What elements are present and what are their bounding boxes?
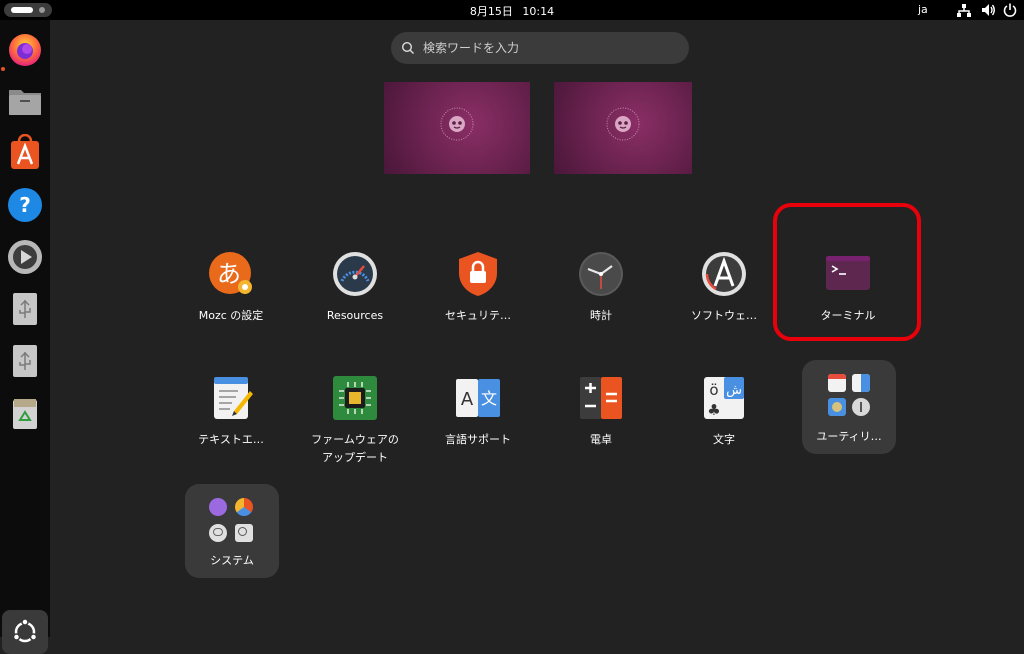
mini-app-icon [209,498,227,516]
svg-text:ö: ö [709,381,718,399]
calculator-icon [580,377,622,419]
clock-icon [579,252,623,296]
help-icon[interactable]: ? [6,186,44,224]
search-input[interactable] [391,32,689,64]
firefox-icon[interactable] [6,30,44,68]
running-indicator [1,67,5,71]
software-updater-icon [702,252,746,296]
mini-app-icon [235,524,253,542]
trash-icon[interactable] [6,394,44,432]
app-characters[interactable]: ö ش ♣ 文字 [669,373,779,449]
date-text: 8月15日 [469,5,513,18]
characters-icon: ö ش ♣ [704,377,744,419]
mini-app-icon [235,498,253,516]
app-label: Mozc の設定 [198,309,264,322]
app-language-support[interactable]: A 文 言語サポート [423,373,533,449]
files-icon[interactable] [6,82,44,120]
svg-text:?: ? [19,193,31,217]
usb-drive-icon[interactable] [6,342,44,380]
app-label: Resources [326,309,384,322]
mozc-icon: あ [209,252,252,294]
power-icon[interactable] [1002,2,1018,18]
network-icon[interactable] [956,2,972,18]
app-label: テキストエ… [198,433,264,446]
security-shield-icon [459,252,497,296]
app-label: 文字 [713,433,735,446]
app-label: ソフトウェ… [691,309,757,322]
folder-utilities[interactable]: ユーティリ… [802,360,896,454]
svg-text:A: A [461,389,474,410]
language-support-icon: A 文 [456,379,500,417]
search-icon [401,41,414,54]
folder-label: ユーティリ… [816,430,882,443]
app-firmware-updater[interactable]: ファームウェアのアップデート [300,373,410,467]
app-text-editor[interactable]: テキストエ… [176,373,286,449]
input-language-indicator[interactable]: ja [918,3,928,16]
workspace-thumbnail[interactable] [554,82,692,174]
app-clocks[interactable]: 時計 [546,249,656,325]
mini-app-icon [828,374,846,392]
workspace-thumbnail[interactable] [384,82,530,174]
app-label: ファームウェアのアップデート [311,433,399,464]
app-resources[interactable]: Resources [300,249,410,325]
volume-icon[interactable] [980,2,996,18]
folder-system[interactable]: システム [185,484,279,578]
app-calculator[interactable]: 電卓 [546,373,656,449]
mini-app-icon [828,398,846,416]
app-label: 言語サポート [445,433,511,446]
firmware-chip-icon [333,376,377,420]
folder-label: システム [210,554,254,567]
wallpaper-logo-icon [440,107,474,141]
svg-text:♣: ♣ [707,401,720,419]
ubuntu-logo-icon [12,618,38,643]
highlight-box [773,203,921,341]
mini-app-icon [209,524,227,542]
top-bar: 8月15日 10:14 ja [0,0,1024,20]
wallpaper-logo-icon [606,107,640,141]
resources-gauge-icon [333,252,377,296]
app-security-center[interactable]: セキュリテ… [423,249,533,325]
app-label: 電卓 [590,433,612,446]
date-time-button[interactable]: 8月15日 10:14 [0,3,1024,19]
usb-drive-icon[interactable] [6,290,44,328]
mini-app-icon [852,374,870,392]
app-mozc-settings[interactable]: あ Mozc の設定 [176,249,286,325]
app-label: セキュリテ… [445,309,511,322]
svg-text:文: 文 [481,389,497,408]
rhythmbox-icon[interactable] [6,238,44,276]
dock: ? [0,20,50,654]
svg-text:あ: あ [217,260,241,288]
app-label: 時計 [590,309,612,322]
mini-app-icon [852,398,870,416]
text-editor-icon [214,377,253,419]
app-software-updater[interactable]: ソフトウェ… [669,249,779,325]
show-apps-button[interactable] [2,610,48,654]
time-text: 10:14 [522,5,555,18]
svg-text:ش: ش [726,383,742,398]
app-center-icon[interactable] [6,134,44,172]
